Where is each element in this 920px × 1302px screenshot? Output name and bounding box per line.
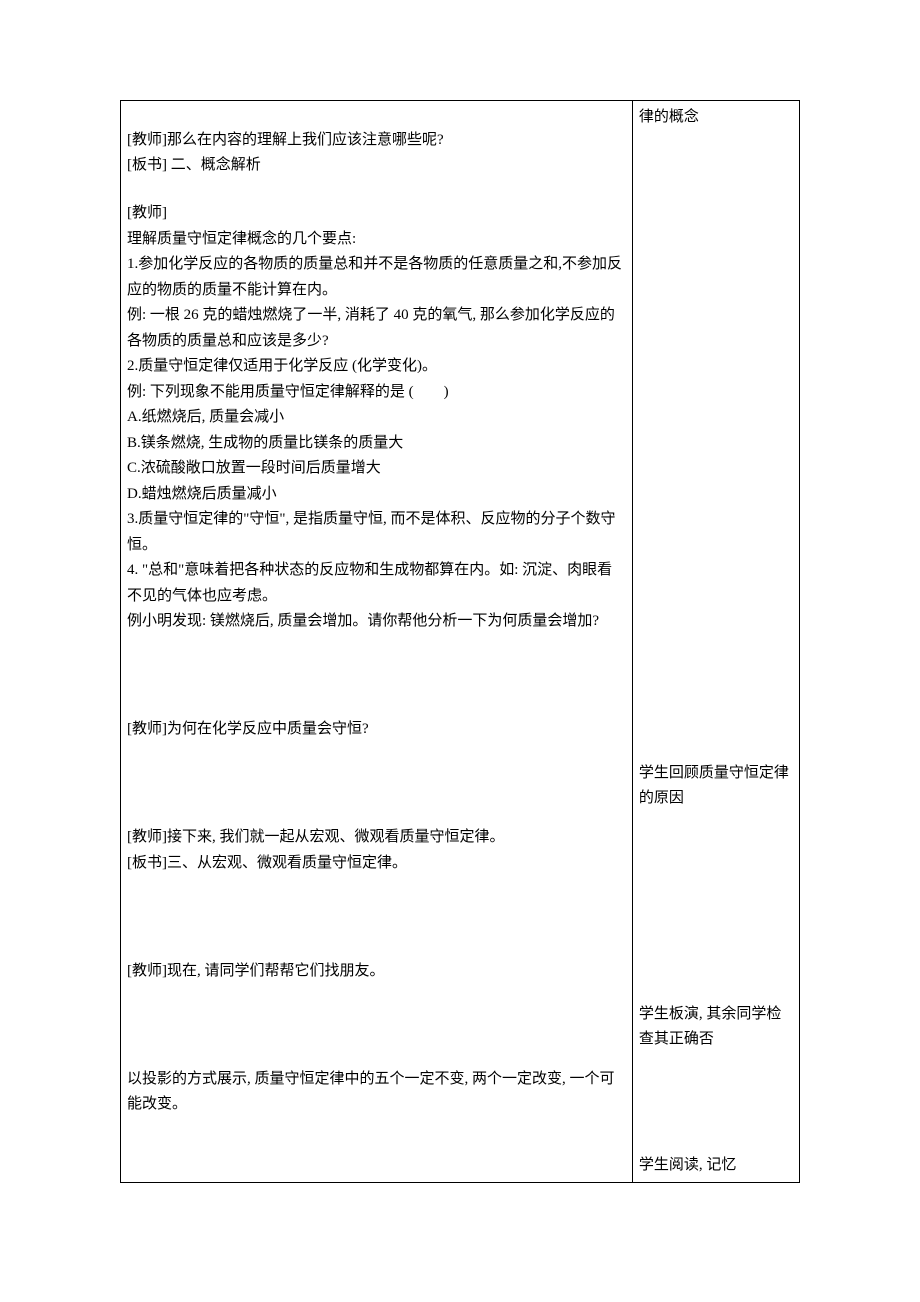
document-page: [教师]那么在内容的理解上我们应该注意哪些呢? [板书] 二、概念解析 [教师]… xyxy=(0,0,920,1302)
points-intro: 理解质量守恒定律概念的几个要点: xyxy=(127,227,626,253)
table-row: [教师]那么在内容的理解上我们应该注意哪些呢? [板书] 二、概念解析 [教师]… xyxy=(121,101,800,1183)
option-a: A.纸燃烧后, 质量会减小 xyxy=(127,405,626,431)
teacher-transition: [教师]接下来, 我们就一起从宏观、微观看质量守恒定律。 xyxy=(127,825,626,851)
board-note-3: [板书]三、从宏观、微观看质量守恒定律。 xyxy=(127,851,626,877)
point-2: 2.质量守恒定律仅适用于化学反应 (化学变化)。 xyxy=(127,354,626,380)
option-b: B.镁条燃烧, 生成物的质量比镁条的质量大 xyxy=(127,431,626,457)
student-cell: 律的概念 学生回顾质量守恒定律的原因 学生板演, 其余同学检查其正确否 学生阅读… xyxy=(632,101,799,1183)
example-2: 例: 下列现象不能用质量守恒定律解释的是 ( ) xyxy=(127,380,626,406)
option-d: D.蜡烛燃烧后质量减小 xyxy=(127,482,626,508)
teacher-activity: [教师]现在, 请同学们帮帮它们找朋友。 xyxy=(127,959,626,985)
student-note-continuation: 律的概念 xyxy=(639,105,793,131)
option-c: C.浓硫酸敞口放置一段时间后质量增大 xyxy=(127,456,626,482)
teacher-prompt: [教师]那么在内容的理解上我们应该注意哪些呢? xyxy=(127,128,626,154)
point-4: 4. "总和"意味着把各种状态的反应物和生成物都算在内。如: 沉淀、肉眼看不见的… xyxy=(127,558,626,609)
board-note: [板书] 二、概念解析 xyxy=(127,153,626,179)
example-3: 例小明发现: 镁燃烧后, 质量会增加。请你帮他分析一下为何质量会增加? xyxy=(127,609,626,635)
teacher-question: [教师]为何在化学反应中质量会守恒? xyxy=(127,717,626,743)
student-board-work: 学生板演, 其余同学检查其正确否 xyxy=(639,1002,793,1053)
projection-note: 以投影的方式展示, 质量守恒定律中的五个一定不变, 两个一定改变, 一个可能改变… xyxy=(127,1067,626,1118)
lesson-table: [教师]那么在内容的理解上我们应该注意哪些呢? [板书] 二、概念解析 [教师]… xyxy=(120,100,800,1183)
example-1: 例: 一根 26 克的蜡烛燃烧了一半, 消耗了 40 克的氧气, 那么参加化学反… xyxy=(127,303,626,354)
point-1: 1.参加化学反应的各物质的质量总和并不是各物质的任意质量之和,不参加反应的物质的… xyxy=(127,252,626,303)
student-recall: 学生回顾质量守恒定律的原因 xyxy=(639,761,793,812)
teacher-label: [教师] xyxy=(127,201,626,227)
teacher-cell: [教师]那么在内容的理解上我们应该注意哪些呢? [板书] 二、概念解析 [教师]… xyxy=(121,101,633,1183)
point-3: 3.质量守恒定律的"守恒", 是指质量守恒, 而不是体积、反应物的分子个数守恒。 xyxy=(127,507,626,558)
student-reading: 学生阅读, 记忆 xyxy=(639,1153,793,1179)
